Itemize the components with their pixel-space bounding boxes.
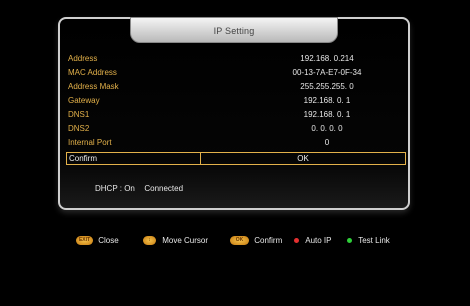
- updown-key-icon: ↕: [143, 236, 156, 246]
- title-tab: IP Setting: [130, 17, 338, 43]
- legend-test-link[interactable]: Test Link: [347, 236, 390, 245]
- row-label: DNS2: [68, 124, 90, 133]
- row-label: Gateway: [68, 96, 100, 105]
- row-dns1[interactable]: DNS1 192.168. 0. 1: [66, 108, 406, 122]
- row-label: MAC Address: [68, 68, 117, 77]
- row-mac-address[interactable]: MAC Address 00-13-7A-E7-0F-34: [66, 66, 406, 80]
- confirm-label: Confirm: [69, 154, 98, 163]
- legend-auto-ip-label: Auto IP: [305, 236, 332, 245]
- row-label: Address Mask: [68, 82, 119, 91]
- legend-close[interactable]: EXIT Close: [76, 236, 119, 246]
- legend-move-cursor[interactable]: ↕ Move Cursor: [143, 236, 209, 246]
- screen: IP Setting Address 192.168. 0.214 MAC Ad…: [0, 0, 470, 306]
- network-status: DHCP : On Connected: [95, 184, 183, 193]
- legend-auto-ip[interactable]: Auto IP: [294, 236, 331, 245]
- legend-move-cursor-label: Move Cursor: [162, 236, 209, 245]
- row-value[interactable]: 0. 0. 0. 0: [250, 122, 404, 136]
- row-value[interactable]: 0: [250, 136, 404, 150]
- row-value[interactable]: 192.168. 0. 1: [250, 94, 404, 108]
- row-label: DNS1: [68, 110, 90, 119]
- row-internal-port[interactable]: Internal Port 0: [66, 136, 406, 150]
- row-dns2[interactable]: DNS2 0. 0. 0. 0: [66, 122, 406, 136]
- row-gateway[interactable]: Gateway 192.168. 0. 1: [66, 94, 406, 108]
- row-value: 00-13-7A-E7-0F-34: [292, 68, 362, 77]
- ok-button[interactable]: OK: [201, 153, 405, 164]
- row-address-mask[interactable]: Address Mask 255.255.255. 0: [66, 80, 406, 94]
- connection-status: Connected: [144, 184, 184, 193]
- row-label: Internal Port: [68, 138, 112, 147]
- row-value[interactable]: 192.168. 0. 1: [250, 108, 404, 122]
- row-label: Address: [68, 54, 98, 63]
- row-address[interactable]: Address 192.168. 0.214: [66, 52, 406, 66]
- exit-key-icon: EXIT: [76, 236, 93, 246]
- row-value[interactable]: 192.168. 0.214: [250, 52, 404, 66]
- legend-confirm[interactable]: OK Confirm: [230, 236, 283, 246]
- row-value[interactable]: 255.255.255. 0: [250, 80, 404, 94]
- settings-list: Address 192.168. 0.214 MAC Address 00-13…: [66, 52, 406, 150]
- legend-close-label: Close: [98, 236, 119, 245]
- ok-key-icon: OK: [230, 236, 249, 246]
- legend-test-link-label: Test Link: [358, 236, 390, 245]
- red-key-icon: [294, 238, 299, 244]
- confirm-row[interactable]: Confirm OK: [66, 152, 406, 165]
- green-key-icon: [347, 238, 352, 244]
- dhcp-status: DHCP : On: [95, 184, 135, 193]
- page-title: IP Setting: [213, 26, 255, 36]
- legend-confirm-label: Confirm: [254, 236, 283, 245]
